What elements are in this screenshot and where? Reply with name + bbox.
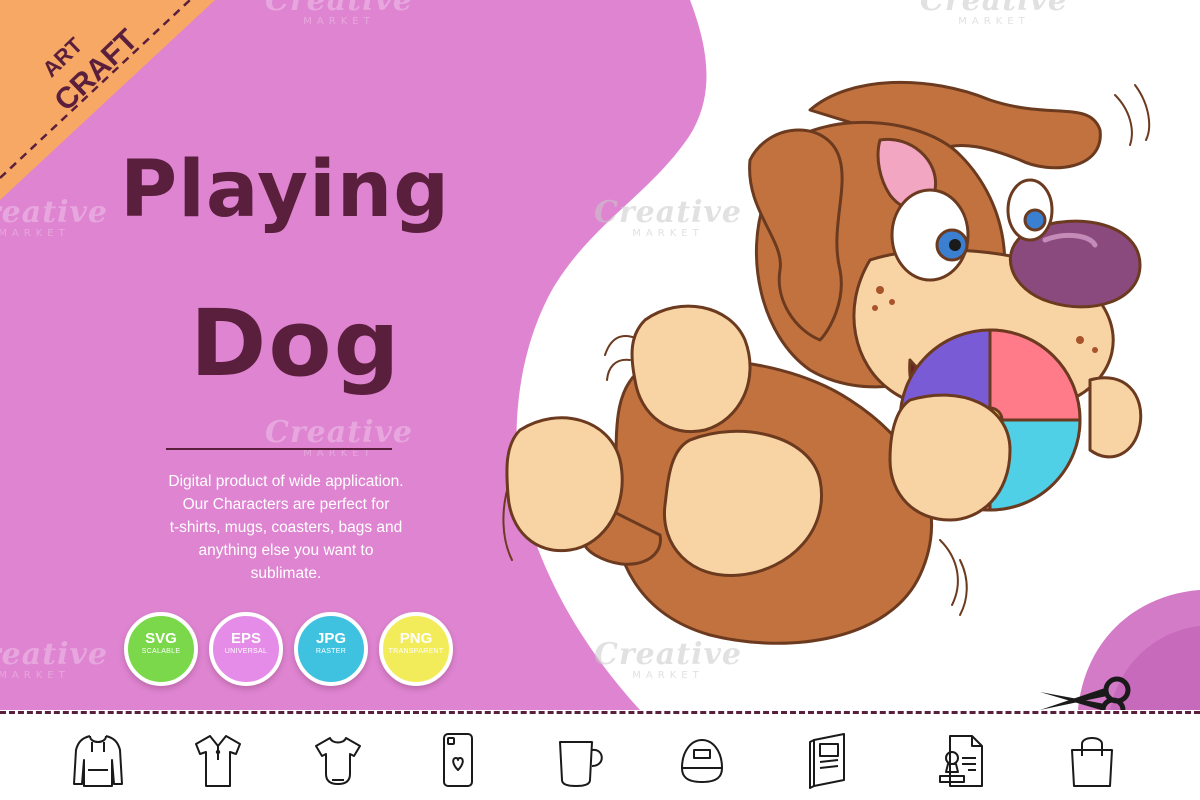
polo-shirt-icon: [188, 730, 248, 790]
format-badge-label: JPG: [315, 630, 346, 647]
format-badge-png: PNG TRANSPARENT: [379, 612, 453, 686]
title-line2: Dog: [190, 290, 402, 397]
format-badge-eps: EPS UNIVERSAL: [209, 612, 283, 686]
format-badge-jpg: JPG RASTER: [294, 612, 368, 686]
book-icon: [800, 730, 860, 790]
format-badge-sub: UNIVERSAL: [224, 648, 268, 655]
mug-icon: [550, 730, 610, 790]
description-line: anything else you want to: [198, 542, 374, 559]
description-line: Digital product of wide application.: [168, 473, 404, 490]
baby-bodysuit-icon: [308, 730, 368, 790]
shopping-bag-icon: [1062, 730, 1122, 790]
format-badge-sub: TRANSPARENT: [388, 648, 444, 655]
hoodie-icon: [68, 730, 128, 790]
format-badge-label: PNG: [399, 630, 433, 647]
description-line: sublimate.: [250, 565, 322, 582]
format-badge-svg: SVG SCALABLE: [124, 612, 198, 686]
poster-stage: CreativeMARKET CreativeMARKET CreativeMA…: [0, 0, 1200, 710]
cut-line: [0, 711, 1200, 714]
format-badge-sub: SCALABLE: [141, 648, 181, 655]
scissors-icon: [1040, 676, 1131, 710]
format-badge-label: EPS: [230, 630, 261, 647]
stamp-document-icon: [930, 730, 990, 790]
format-badge-label: SVG: [145, 630, 177, 647]
phone-case-icon: [428, 730, 488, 790]
title-line1: Playing: [120, 145, 451, 235]
description: Digital product of wide application. Our…: [118, 470, 454, 585]
description-line: Our Characters are perfect for: [182, 496, 390, 513]
title-underline: [166, 448, 392, 450]
dog-illustration: [502, 80, 1151, 645]
description-line: t-shirts, mugs, coasters, bags and: [169, 519, 403, 536]
cap-icon: [672, 730, 732, 790]
format-badge-sub: RASTER: [315, 648, 347, 655]
